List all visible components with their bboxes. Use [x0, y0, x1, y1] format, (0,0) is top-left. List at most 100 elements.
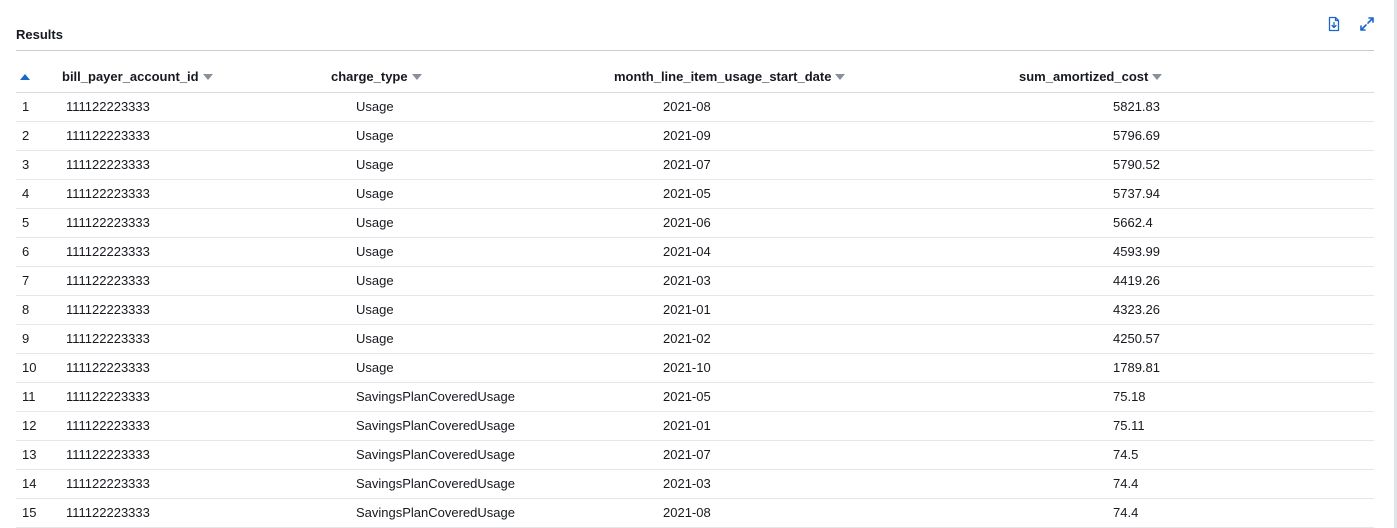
table-row: 7 111122223333 Usage 2021-03 4419.26	[16, 267, 1374, 296]
row-index: 15	[22, 505, 37, 520]
row-index: 13	[22, 447, 37, 462]
bill-payer-account-id-cell: 111122223333	[66, 99, 150, 114]
month-cell: 2021-05	[663, 186, 711, 201]
month-cell: 2021-04	[663, 244, 711, 259]
row-index: 1	[22, 99, 30, 114]
table-row: 10 111122223333 Usage 2021-10 1789.81	[16, 354, 1374, 383]
column-header-month-line-item-usage-start-date[interactable]: month_line_item_usage_start_date	[614, 62, 846, 92]
month-cell: 2021-05	[663, 389, 711, 404]
bill-payer-account-id-cell: 111122223333	[66, 331, 150, 346]
chevron-down-icon	[1152, 74, 1163, 80]
table-row: 6 111122223333 Usage 2021-04 4593.99	[16, 238, 1374, 267]
amortized-cost-cell: 75.18	[1113, 389, 1146, 404]
amortized-cost-cell: 4593.99	[1113, 244, 1160, 259]
column-header-sum-amortized-cost[interactable]: sum_amortized_cost	[1019, 62, 1163, 92]
bill-payer-account-id-cell: 111122223333	[66, 186, 150, 201]
charge-type-cell: Usage	[356, 157, 394, 172]
download-file-icon[interactable]	[1326, 16, 1342, 32]
amortized-cost-cell: 75.11	[1113, 418, 1145, 433]
results-title: Results	[16, 27, 63, 42]
amortized-cost-cell: 4323.26	[1113, 302, 1160, 317]
table-row: 4 111122223333 Usage 2021-05 5737.94	[16, 180, 1374, 209]
table-row: 5 111122223333 Usage 2021-06 5662.4	[16, 209, 1374, 238]
amortized-cost-cell: 5662.4	[1113, 215, 1153, 230]
row-index: 10	[22, 360, 37, 375]
amortized-cost-cell: 4419.26	[1113, 273, 1160, 288]
column-header-charge-type[interactable]: charge_type	[331, 62, 422, 92]
sort-ascending-icon[interactable]	[20, 74, 30, 80]
charge-type-cell: Usage	[356, 360, 394, 375]
bill-payer-account-id-cell: 111122223333	[66, 476, 150, 491]
table-row: 12 111122223333 SavingsPlanCoveredUsage 202…	[16, 412, 1374, 441]
table-row: 11 111122223333 SavingsPlanCoveredUsage 202…	[16, 383, 1374, 412]
table-row: 14 111122223333 SavingsPlanCoveredUsage 202…	[16, 470, 1374, 499]
column-header-label: bill_payer_account_id	[62, 69, 199, 84]
charge-type-cell: Usage	[356, 128, 394, 143]
bill-payer-account-id-cell: 111122223333	[66, 244, 150, 259]
table-body: 1 111122223333 Usage 2021-08 5821.83 2 1111222…	[16, 93, 1374, 528]
row-index: 8	[22, 302, 30, 317]
table-row: 2 111122223333 Usage 2021-09 5796.69	[16, 122, 1374, 151]
column-header-label: sum_amortized_cost	[1019, 69, 1149, 84]
amortized-cost-cell: 74.5	[1113, 447, 1139, 462]
charge-type-cell: SavingsPlanCoveredUsage	[356, 476, 515, 491]
month-cell: 2021-09	[663, 128, 711, 143]
charge-type-cell: Usage	[356, 331, 394, 346]
bill-payer-account-id-cell: 111122223333	[66, 389, 150, 404]
row-index: 12	[22, 418, 37, 433]
results-header: Results	[16, 0, 1374, 51]
month-cell: 2021-02	[663, 331, 711, 346]
row-index: 5	[22, 215, 30, 230]
table-row: 3 111122223333 Usage 2021-07 5790.52	[16, 151, 1374, 180]
amortized-cost-cell: 4250.57	[1113, 331, 1160, 346]
bill-payer-account-id-cell: 111122223333	[66, 273, 150, 288]
column-header-label: charge_type	[331, 69, 408, 84]
row-index: 14	[22, 476, 37, 491]
table-row: 1 111122223333 Usage 2021-08 5821.83	[16, 93, 1374, 122]
table-header-row: bill_payer_account_id charge_type month_…	[16, 62, 1374, 93]
row-index: 3	[22, 157, 30, 172]
month-cell: 2021-01	[663, 418, 711, 433]
amortized-cost-cell: 1789.81	[1113, 360, 1160, 375]
row-index: 11	[22, 389, 36, 404]
charge-type-cell: SavingsPlanCoveredUsage	[356, 505, 515, 520]
charge-type-cell: Usage	[356, 215, 394, 230]
row-index: 9	[22, 331, 30, 346]
charge-type-cell: Usage	[356, 186, 394, 201]
month-cell: 2021-01	[663, 302, 711, 317]
charge-type-cell: SavingsPlanCoveredUsage	[356, 447, 515, 462]
month-cell: 2021-03	[663, 273, 711, 288]
month-cell: 2021-08	[663, 99, 711, 114]
row-index: 4	[22, 186, 30, 201]
table-row: 9 111122223333 Usage 2021-02 4250.57	[16, 325, 1374, 354]
expand-icon[interactable]	[1359, 16, 1375, 32]
amortized-cost-cell: 74.4	[1113, 476, 1139, 491]
chevron-down-icon	[411, 74, 422, 80]
charge-type-cell: Usage	[356, 99, 394, 114]
bill-payer-account-id-cell: 111122223333	[66, 157, 150, 172]
amortized-cost-cell: 5796.69	[1113, 128, 1160, 143]
table-row: 13 111122223333 SavingsPlanCoveredUsage 202…	[16, 441, 1374, 470]
month-cell: 2021-03	[663, 476, 711, 491]
month-cell: 2021-06	[663, 215, 711, 230]
amortized-cost-cell: 5790.52	[1113, 157, 1160, 172]
charge-type-cell: SavingsPlanCoveredUsage	[356, 418, 515, 433]
bill-payer-account-id-cell: 111122223333	[66, 302, 150, 317]
amortized-cost-cell: 74.4	[1113, 505, 1139, 520]
month-cell: 2021-08	[663, 505, 711, 520]
table-row: 15 111122223333 SavingsPlanCoveredUsage 202…	[16, 499, 1374, 528]
charge-type-cell: Usage	[356, 302, 394, 317]
bill-payer-account-id-cell: 111122223333	[66, 215, 150, 230]
results-panel: Results bill_payer_account_id charge_typ…	[16, 0, 1374, 528]
row-index: 2	[22, 128, 30, 143]
results-table: bill_payer_account_id charge_type month_…	[16, 62, 1374, 528]
amortized-cost-cell: 5737.94	[1113, 186, 1160, 201]
month-cell: 2021-07	[663, 157, 711, 172]
charge-type-cell: SavingsPlanCoveredUsage	[356, 389, 515, 404]
charge-type-cell: Usage	[356, 244, 394, 259]
charge-type-cell: Usage	[356, 273, 394, 288]
column-header-bill-payer-account-id[interactable]: bill_payer_account_id	[62, 62, 213, 92]
bill-payer-account-id-cell: 111122223333	[66, 360, 150, 375]
month-cell: 2021-07	[663, 447, 711, 462]
bill-payer-account-id-cell: 111122223333	[66, 128, 150, 143]
